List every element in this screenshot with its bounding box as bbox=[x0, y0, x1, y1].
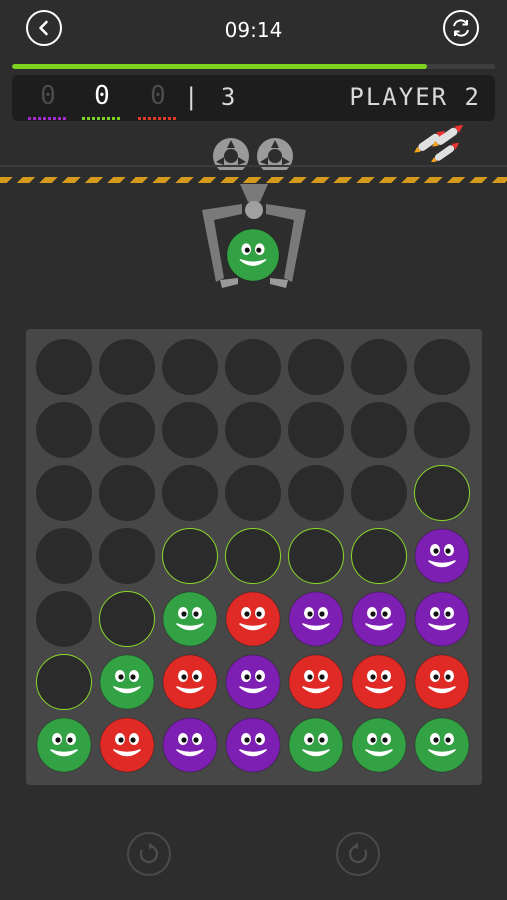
board-cell-empty[interactable] bbox=[414, 402, 470, 458]
board-cell-empty[interactable] bbox=[225, 465, 281, 521]
score-green: 0 bbox=[94, 81, 110, 111]
board-cell-playable[interactable] bbox=[225, 528, 281, 584]
total-score: | 3 bbox=[184, 83, 240, 111]
board-cell-empty[interactable] bbox=[162, 402, 218, 458]
smiley-face-icon bbox=[162, 654, 218, 710]
smiley-face-icon bbox=[288, 654, 344, 710]
disc-purple[interactable] bbox=[288, 591, 344, 647]
smiley-face-icon bbox=[414, 717, 470, 773]
disc-red[interactable] bbox=[288, 654, 344, 710]
redo-icon bbox=[349, 842, 368, 864]
disc-green[interactable] bbox=[288, 717, 344, 773]
board-cell-empty[interactable] bbox=[351, 402, 407, 458]
score-purple: 0 bbox=[40, 81, 56, 111]
game-timer: 09:14 bbox=[224, 18, 283, 42]
smiley-face-icon bbox=[351, 654, 407, 710]
smiley-face-icon bbox=[36, 717, 92, 773]
board-cell-empty[interactable] bbox=[99, 339, 155, 395]
board-cell-empty[interactable] bbox=[36, 528, 92, 584]
undo-icon bbox=[139, 842, 158, 864]
board-cell-empty[interactable] bbox=[36, 591, 92, 647]
board-cell-empty[interactable] bbox=[99, 528, 155, 584]
board-cell-empty[interactable] bbox=[36, 339, 92, 395]
board-cell-playable[interactable] bbox=[414, 465, 470, 521]
score-red-underline bbox=[138, 117, 178, 120]
current-player-label: PLAYER 2 bbox=[349, 83, 481, 111]
disc-green[interactable] bbox=[414, 717, 470, 773]
board-cell-empty[interactable] bbox=[414, 339, 470, 395]
score-purple-underline bbox=[28, 117, 68, 120]
smiley-face-icon bbox=[99, 717, 155, 773]
board-cell-empty[interactable] bbox=[99, 402, 155, 458]
smiley-face-icon bbox=[351, 591, 407, 647]
board-cell-empty[interactable] bbox=[351, 339, 407, 395]
board-cell-playable[interactable] bbox=[288, 528, 344, 584]
disc-red[interactable] bbox=[99, 717, 155, 773]
restart-button[interactable] bbox=[443, 10, 479, 46]
disc-red[interactable] bbox=[225, 591, 281, 647]
smiley-face-icon bbox=[288, 717, 344, 773]
board-cell-empty[interactable] bbox=[288, 339, 344, 395]
board-cell-empty[interactable] bbox=[288, 465, 344, 521]
smiley-face-icon bbox=[351, 717, 407, 773]
smiley-face-icon bbox=[225, 717, 281, 773]
swap-arrows-icon bbox=[453, 19, 469, 37]
disc-green[interactable] bbox=[99, 654, 155, 710]
board-cell-empty[interactable] bbox=[288, 402, 344, 458]
disc-purple[interactable] bbox=[414, 528, 470, 584]
score-red: 0 bbox=[150, 81, 166, 111]
score-green-underline bbox=[82, 117, 122, 120]
smiley-face-icon bbox=[162, 717, 218, 773]
board-cell-playable[interactable] bbox=[36, 654, 92, 710]
smiley-face-icon bbox=[288, 591, 344, 647]
board-cell-playable[interactable] bbox=[351, 528, 407, 584]
turn-progress-fill bbox=[12, 64, 428, 69]
board-cell-empty[interactable] bbox=[225, 402, 281, 458]
disc-purple[interactable] bbox=[225, 717, 281, 773]
smiley-face-icon bbox=[225, 591, 281, 647]
scoreboard: 0 0 0 | 3 PLAYER 2 bbox=[12, 75, 495, 121]
hazard-stripe bbox=[0, 177, 507, 183]
smiley-face-icon bbox=[414, 591, 470, 647]
turn-progress-bar bbox=[12, 64, 495, 69]
board-cell-empty[interactable] bbox=[225, 339, 281, 395]
disc-purple[interactable] bbox=[225, 654, 281, 710]
disc-green[interactable] bbox=[162, 591, 218, 647]
smiley-face-icon bbox=[414, 654, 470, 710]
disc-purple[interactable] bbox=[351, 591, 407, 647]
board-cell-empty[interactable] bbox=[36, 465, 92, 521]
disc-red[interactable] bbox=[351, 654, 407, 710]
board-cell-empty[interactable] bbox=[162, 339, 218, 395]
board-cell-playable[interactable] bbox=[99, 591, 155, 647]
board-cell-empty[interactable] bbox=[99, 465, 155, 521]
disc-red[interactable] bbox=[414, 654, 470, 710]
disc-purple[interactable] bbox=[414, 591, 470, 647]
current-disc bbox=[226, 228, 280, 282]
top-divider bbox=[0, 165, 507, 167]
redo-button[interactable] bbox=[336, 832, 380, 876]
board-cell-empty[interactable] bbox=[162, 465, 218, 521]
smiley-face-icon bbox=[162, 591, 218, 647]
smiley-face-icon bbox=[414, 528, 470, 584]
undo-button[interactable] bbox=[127, 832, 171, 876]
board-cell-playable[interactable] bbox=[162, 528, 218, 584]
game-board bbox=[26, 329, 482, 785]
board-cell-empty[interactable] bbox=[351, 465, 407, 521]
top-bar: 09:14 bbox=[0, 0, 507, 60]
rockets-icon bbox=[414, 124, 464, 162]
disc-purple[interactable] bbox=[162, 717, 218, 773]
disc-red[interactable] bbox=[162, 654, 218, 710]
smiley-face-icon bbox=[225, 654, 281, 710]
smiley-face-icon bbox=[99, 654, 155, 710]
disc-green[interactable] bbox=[36, 717, 92, 773]
disc-green[interactable] bbox=[351, 717, 407, 773]
board-cell-empty[interactable] bbox=[36, 402, 92, 458]
